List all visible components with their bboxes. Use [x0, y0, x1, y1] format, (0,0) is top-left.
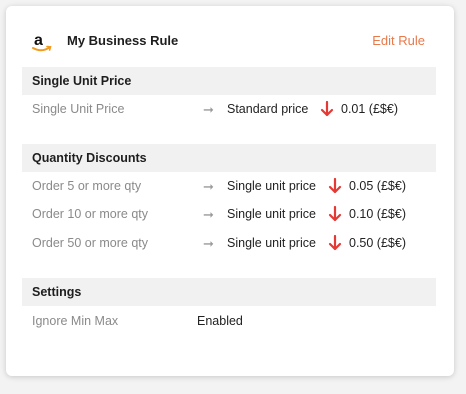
section-header-settings: Settings	[22, 278, 436, 306]
edit-rule-link[interactable]: Edit Rule	[372, 33, 425, 48]
section-title: Single Unit Price	[32, 74, 132, 88]
arrow-right-icon: ➞	[203, 207, 214, 222]
section-header-single-unit-price: Single Unit Price	[22, 67, 436, 95]
rule-title: My Business Rule	[67, 33, 179, 48]
row-target: Standard price	[227, 102, 309, 116]
row-target: Single unit price	[227, 179, 316, 193]
arrow-right-icon: ➞	[203, 236, 214, 251]
rule-row: Order 10 or more qty ➞ Single unit price…	[6, 205, 454, 225]
row-change-value: 0.50 (£$€)	[349, 236, 406, 250]
row-label: Order 50 or more qty	[32, 236, 149, 250]
row-label: Order 10 or more qty	[32, 207, 149, 221]
row-change-value: 0.01 (£$€)	[341, 102, 398, 116]
setting-value: Enabled	[197, 314, 243, 328]
rule-row: Order 50 or more qty ➞ Single unit price…	[6, 234, 454, 254]
arrow-right-icon: ➞	[203, 179, 214, 194]
row-change-value: 0.05 (£$€)	[349, 179, 406, 193]
row-label: Ignore Min Max	[32, 314, 119, 328]
amazon-logo-icon: a	[32, 30, 52, 54]
row-target: Single unit price	[227, 236, 316, 250]
arrow-down-icon	[328, 205, 342, 223]
arrow-right-icon: ➞	[203, 102, 214, 117]
rule-row: Single Unit Price ➞ Standard price 0.01 …	[6, 100, 454, 120]
section-title: Quantity Discounts	[32, 151, 147, 165]
row-change-value: 0.10 (£$€)	[349, 207, 406, 221]
section-title: Settings	[32, 285, 82, 299]
svg-text:a: a	[34, 32, 43, 49]
arrow-down-icon	[328, 234, 342, 252]
arrow-down-icon	[320, 100, 334, 118]
section-header-quantity-discounts: Quantity Discounts	[22, 144, 436, 172]
rule-row: Order 5 or more qty ➞ Single unit price …	[6, 177, 454, 197]
arrow-down-icon	[328, 177, 342, 195]
card-header: a My Business Rule Edit Rule	[6, 6, 454, 72]
settings-row: Ignore Min Max Enabled	[6, 312, 454, 332]
business-rule-card: a My Business Rule Edit Rule Single Unit…	[6, 6, 454, 376]
row-label: Order 5 or more qty	[32, 179, 142, 193]
row-label: Single Unit Price	[32, 102, 125, 116]
row-target: Single unit price	[227, 207, 316, 221]
